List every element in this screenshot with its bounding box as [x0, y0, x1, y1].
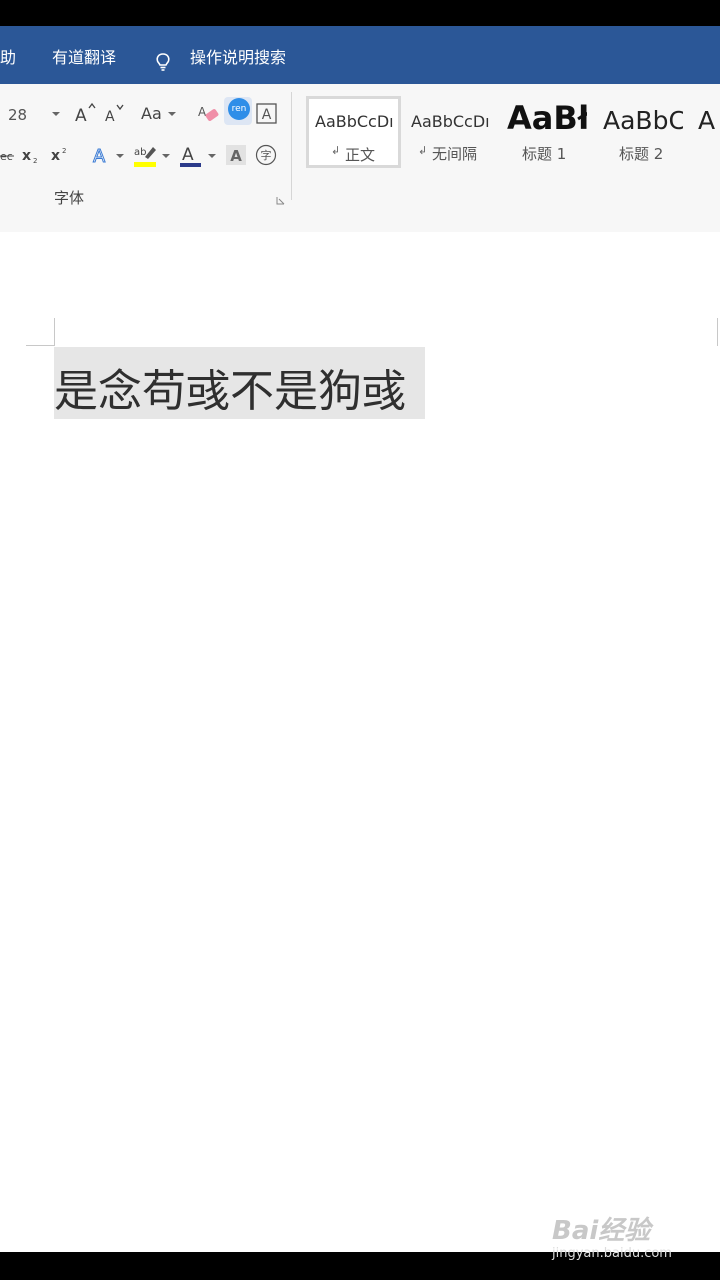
style-heading-2-preview: AaBbC [603, 106, 683, 135]
svg-text:x: x [51, 148, 60, 164]
svg-text:A: A [182, 145, 194, 165]
style-no-spacing-label: 无间隔 [432, 145, 478, 163]
baidu-watermark-url: jingyan.baidu.com [552, 1246, 672, 1261]
highlight-icon[interactable]: ab [133, 143, 159, 169]
svg-text:A: A [262, 107, 272, 123]
phonetic-guide-button[interactable]: ren [224, 97, 252, 125]
text-effects-dropdown-icon[interactable] [115, 152, 125, 160]
document-text[interactable]: 是念苟彧不是狗彧 [54, 355, 406, 419]
font-color-dropdown-icon[interactable] [207, 152, 217, 160]
enclose-char-icon[interactable]: 字 [255, 144, 277, 166]
style-heading-1-preview: AaBł [507, 99, 587, 137]
svg-text:A: A [75, 106, 87, 124]
svg-text:A: A [198, 105, 207, 119]
shrink-font-icon[interactable]: A [104, 103, 126, 125]
style-heading-2[interactable]: AaBbC 标题 2 [600, 96, 684, 168]
ribbon-group-separator [291, 92, 292, 200]
paragraph-mark-icon: ↲ [331, 144, 341, 157]
svg-text:A: A [105, 109, 115, 125]
svg-text:2: 2 [33, 157, 37, 165]
menu-tab-tell-me[interactable]: 操作说明搜索 [190, 44, 286, 68]
style-heading-1-label: 标题 1 [522, 145, 567, 163]
style-heading-1[interactable]: AaBł 标题 1 [503, 96, 587, 168]
change-case-dropdown-icon[interactable] [167, 110, 177, 118]
style-title-preview: A [698, 106, 716, 135]
char-border-icon[interactable]: A [256, 103, 278, 125]
style-heading-2-label: 标题 2 [619, 145, 664, 163]
font-group-label: 字体 [54, 189, 85, 207]
top-status-strip [0, 0, 720, 26]
grow-font-icon[interactable]: A [74, 102, 96, 124]
font-color-icon[interactable]: A [179, 143, 203, 169]
phonetic-guide-icon: ren [228, 98, 250, 120]
style-normal[interactable]: AaBbCcDı ↲ 正文 [306, 96, 401, 168]
change-case-icon[interactable]: Aa [141, 104, 162, 123]
subscript-icon[interactable]: x 2 [22, 146, 42, 166]
menu-tab-youdao[interactable]: 有道翻译 [52, 44, 116, 68]
font-size-value[interactable]: 28 [8, 106, 27, 124]
svg-text:字: 字 [261, 148, 272, 162]
svg-text:ren: ren [232, 104, 247, 114]
style-title[interactable]: A [695, 96, 720, 168]
margin-marker [717, 318, 718, 346]
lightbulb-icon[interactable] [154, 53, 172, 71]
font-size-dropdown-icon[interactable] [51, 110, 61, 118]
menu-tab-help[interactable]: 助 [0, 44, 16, 68]
svg-text:2: 2 [62, 147, 66, 155]
margin-marker [26, 345, 54, 346]
style-normal-label: 正文 [345, 146, 376, 164]
highlight-dropdown-icon[interactable] [161, 152, 171, 160]
style-normal-preview: AaBbCcDı [315, 112, 394, 131]
style-no-spacing[interactable]: AaBbCcDı ↲ 无间隔 [408, 96, 492, 168]
strikethrough-icon[interactable]: ec [0, 148, 14, 164]
margin-marker [54, 318, 55, 346]
superscript-icon[interactable]: x 2 [51, 146, 71, 166]
text-effects-icon[interactable]: A [91, 144, 113, 167]
svg-text:A: A [93, 146, 106, 166]
paragraph-mark-icon: ↲ [418, 144, 428, 157]
font-dialog-launcher-icon[interactable] [276, 196, 285, 205]
svg-text:A: A [230, 147, 242, 165]
baidu-watermark-logo: Bai经验 [552, 1216, 651, 1246]
style-no-spacing-preview: AaBbCcDı [411, 112, 490, 131]
char-shading-icon[interactable]: A [226, 145, 246, 165]
svg-text:ab: ab [134, 147, 146, 158]
svg-text:x: x [22, 148, 31, 164]
menu-bar: 助 有道翻译 操作说明搜索 [0, 26, 720, 84]
clear-format-icon[interactable]: A [198, 102, 222, 126]
